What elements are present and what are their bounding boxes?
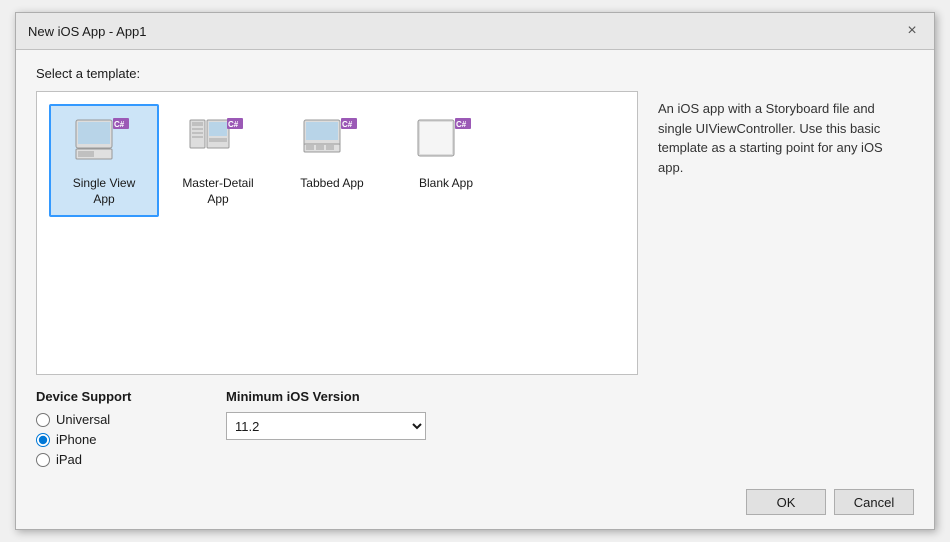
device-support-section: Device Support Universal iPhone iPad xyxy=(36,389,196,467)
radio-universal[interactable]: Universal xyxy=(36,412,196,427)
radio-ipad-label: iPad xyxy=(56,452,82,467)
single-view-label: Single ViewApp xyxy=(73,176,135,207)
min-ios-select[interactable]: 8.0 9.0 10.0 11.0 11.2 12.0 xyxy=(226,412,426,440)
radio-iphone-label: iPhone xyxy=(56,432,96,447)
tabbed-app-icon: C# xyxy=(302,116,362,168)
svg-text:C#: C# xyxy=(228,120,239,129)
radio-ipad-input[interactable] xyxy=(36,453,50,467)
description-panel: An iOS app with a Storyboard file and si… xyxy=(654,91,914,375)
template-master-detail[interactable]: C# Master-DetailApp xyxy=(163,104,273,217)
svg-text:C#: C# xyxy=(456,120,467,129)
title-bar: New iOS App - App1 × xyxy=(16,13,934,50)
template-blank-app[interactable]: C# Blank App xyxy=(391,104,501,217)
radio-iphone-input[interactable] xyxy=(36,433,50,447)
radio-ipad[interactable]: iPad xyxy=(36,452,196,467)
master-detail-icon: C# xyxy=(188,116,248,168)
cancel-button[interactable]: Cancel xyxy=(834,489,914,515)
dialog-body: Select a template: xyxy=(16,50,934,479)
radio-universal-input[interactable] xyxy=(36,413,50,427)
template-grid-wrapper: C# C# Single ViewApp xyxy=(36,91,638,375)
ok-button[interactable]: OK xyxy=(746,489,826,515)
single-view-icon: C# C# xyxy=(74,116,134,168)
svg-text:C#: C# xyxy=(342,120,353,129)
blank-app-label: Blank App xyxy=(419,176,473,192)
bottom-area: Device Support Universal iPhone iPad xyxy=(36,389,914,467)
svg-text:C#: C# xyxy=(114,120,125,129)
select-template-label: Select a template: xyxy=(36,66,914,81)
close-button[interactable]: × xyxy=(902,21,922,41)
tabbed-app-label: Tabbed App xyxy=(300,176,363,192)
radio-iphone[interactable]: iPhone xyxy=(36,432,196,447)
template-single-view[interactable]: C# C# Single ViewApp xyxy=(49,104,159,217)
min-ios-section: Minimum iOS Version 8.0 9.0 10.0 11.0 11… xyxy=(226,389,426,440)
blank-app-icon: C# xyxy=(416,116,476,168)
device-support-radio-group: Universal iPhone iPad xyxy=(36,412,196,467)
dialog-title: New iOS App - App1 xyxy=(28,24,147,39)
dialog-footer: OK Cancel xyxy=(16,479,934,529)
device-support-title: Device Support xyxy=(36,389,196,404)
template-description: An iOS app with a Storyboard file and si… xyxy=(658,101,883,175)
min-ios-title: Minimum iOS Version xyxy=(226,389,426,404)
new-ios-app-dialog: New iOS App - App1 × Select a template: xyxy=(15,12,935,530)
middle-area: C# C# Single ViewApp xyxy=(36,91,914,375)
template-tabbed-app[interactable]: C# Tabbed App xyxy=(277,104,387,217)
master-detail-label: Master-DetailApp xyxy=(182,176,253,207)
template-grid: C# C# Single ViewApp xyxy=(49,104,625,217)
radio-universal-label: Universal xyxy=(56,412,110,427)
